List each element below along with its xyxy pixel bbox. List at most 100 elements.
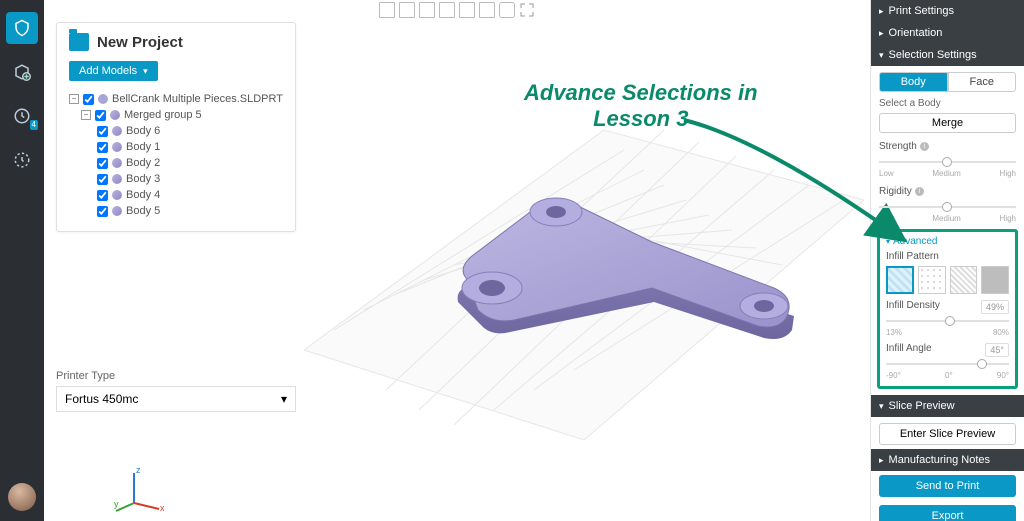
section-slice-preview[interactable]: Slice Preview xyxy=(871,395,1024,417)
axis-min: 13% xyxy=(886,328,902,337)
pattern-sparse-icon[interactable] xyxy=(886,266,914,294)
axis-low: Low xyxy=(879,169,894,178)
view-toolbar xyxy=(379,2,535,18)
collapse-icon[interactable]: − xyxy=(81,110,91,120)
section-print-settings[interactable]: Print Settings xyxy=(871,0,1024,22)
group-icon xyxy=(110,110,120,120)
printer-block: Printer Type Fortus 450mc ▾ xyxy=(56,370,296,412)
body-icon xyxy=(112,190,122,200)
tree-body-row[interactable]: Body 6 xyxy=(69,123,283,139)
export-button[interactable]: Export xyxy=(879,505,1016,521)
viewport-area: Advance Selections in Lesson 3 New Proje… xyxy=(44,0,870,521)
svg-text:x: x xyxy=(160,503,164,513)
merge-button[interactable]: Merge xyxy=(879,113,1016,133)
body-label: Body 1 xyxy=(126,141,160,153)
tree-body-row[interactable]: Body 4 xyxy=(69,187,283,203)
toggle-face[interactable]: Face xyxy=(948,72,1017,92)
info-icon[interactable]: i xyxy=(915,187,924,196)
advanced-section: Advanced Infill Pattern Infill Density 4… xyxy=(877,229,1018,389)
view-bottom-icon[interactable] xyxy=(479,2,495,18)
infill-angle-value[interactable]: 45° xyxy=(985,343,1009,357)
tree-file-row[interactable]: − BellCrank Multiple Pieces.SLDPRT xyxy=(69,91,283,107)
strength-slider[interactable] xyxy=(879,155,1016,169)
pattern-gyroid-icon[interactable] xyxy=(950,266,978,294)
group-checkbox[interactable] xyxy=(95,110,106,121)
view-top-icon[interactable] xyxy=(459,2,475,18)
nav-queue-icon[interactable]: 4 xyxy=(6,100,38,132)
tree-body-row[interactable]: Body 3 xyxy=(69,171,283,187)
file-checkbox[interactable] xyxy=(83,94,94,105)
project-title: New Project xyxy=(97,34,183,51)
send-to-print-button[interactable]: Send to Print xyxy=(879,475,1016,497)
body-label: Body 3 xyxy=(126,173,160,185)
axis-high: High xyxy=(1000,169,1016,178)
tree-group-row[interactable]: − Merged group 5 xyxy=(69,107,283,123)
rigidity-slider[interactable] xyxy=(879,200,1016,214)
body-checkbox[interactable] xyxy=(97,190,108,201)
view-back-icon[interactable] xyxy=(399,2,415,18)
collapse-icon[interactable]: − xyxy=(69,94,79,104)
visibility-icon[interactable] xyxy=(98,94,108,104)
infill-pattern-label: Infill Pattern xyxy=(886,251,1009,262)
body-checkbox[interactable] xyxy=(97,158,108,169)
select-body-label: Select a Body xyxy=(879,98,1016,109)
project-panel: New Project Add Models − BellCrank Multi… xyxy=(56,22,296,232)
body-icon xyxy=(112,158,122,168)
svg-text:y: y xyxy=(114,499,119,509)
view-iso-icon[interactable] xyxy=(499,2,515,18)
view-front-icon[interactable] xyxy=(379,2,395,18)
chevron-down-icon: ▾ xyxy=(281,392,287,406)
axis-medium: Medium xyxy=(932,169,960,178)
body-checkbox[interactable] xyxy=(97,174,108,185)
rigidity-label: Rigidity xyxy=(879,186,912,197)
selection-settings-body: Body Face Select a Body Merge Strengthi … xyxy=(871,66,1024,395)
section-selection-settings[interactable]: Selection Settings xyxy=(871,44,1024,66)
nav-project-icon[interactable] xyxy=(6,12,38,44)
info-icon[interactable]: i xyxy=(920,142,929,151)
infill-angle-slider[interactable] xyxy=(886,357,1009,371)
advanced-toggle[interactable]: Advanced xyxy=(886,236,1009,247)
model-part[interactable] xyxy=(444,160,804,380)
axis-high: High xyxy=(1000,214,1016,223)
axis-triad: z x y xyxy=(114,463,164,513)
printer-select[interactable]: Fortus 450mc ▾ xyxy=(56,386,296,412)
body-checkbox[interactable] xyxy=(97,142,108,153)
infill-density-label: Infill Density 49% xyxy=(886,300,1009,311)
printer-selected: Fortus 450mc xyxy=(65,392,138,406)
infill-density-slider[interactable] xyxy=(886,314,1009,328)
body-icon xyxy=(112,142,122,152)
axis-max: 90° xyxy=(997,371,1009,380)
section-orientation[interactable]: Orientation xyxy=(871,22,1024,44)
view-right-icon[interactable] xyxy=(439,2,455,18)
pattern-solid-icon[interactable] xyxy=(981,266,1009,294)
nav-add-icon[interactable] xyxy=(6,56,38,88)
body-icon xyxy=(112,206,122,216)
tree-body-row[interactable]: Body 1 xyxy=(69,139,283,155)
group-name: Merged group 5 xyxy=(124,109,202,121)
body-face-toggle: Body Face xyxy=(879,72,1016,92)
body-label: Body 5 xyxy=(126,205,160,217)
body-checkbox[interactable] xyxy=(97,126,108,137)
toggle-body[interactable]: Body xyxy=(879,72,948,92)
add-models-button[interactable]: Add Models xyxy=(69,61,158,81)
right-panel: Print Settings Orientation Selection Set… xyxy=(870,0,1024,521)
left-toolbar: 4 xyxy=(0,0,44,521)
body-label: Body 2 xyxy=(126,157,160,169)
printer-type-label: Printer Type xyxy=(56,370,296,382)
tree-body-row[interactable]: Body 5 xyxy=(69,203,283,219)
avatar[interactable] xyxy=(8,483,36,511)
body-icon xyxy=(112,126,122,136)
axis-mid: 0° xyxy=(945,371,953,380)
enter-slice-preview-button[interactable]: Enter Slice Preview xyxy=(879,423,1016,445)
pattern-hex-icon[interactable] xyxy=(918,266,946,294)
nav-history-icon[interactable] xyxy=(6,144,38,176)
axis-low: Low xyxy=(879,214,894,223)
body-label: Body 4 xyxy=(126,189,160,201)
section-manufacturing-notes[interactable]: Manufacturing Notes xyxy=(871,449,1024,471)
body-checkbox[interactable] xyxy=(97,206,108,217)
view-left-icon[interactable] xyxy=(419,2,435,18)
infill-density-value[interactable]: 49% xyxy=(981,300,1009,314)
infill-angle-label: Infill Angle 45° xyxy=(886,343,1009,354)
view-fit-icon[interactable] xyxy=(519,2,535,18)
tree-body-row[interactable]: Body 2 xyxy=(69,155,283,171)
